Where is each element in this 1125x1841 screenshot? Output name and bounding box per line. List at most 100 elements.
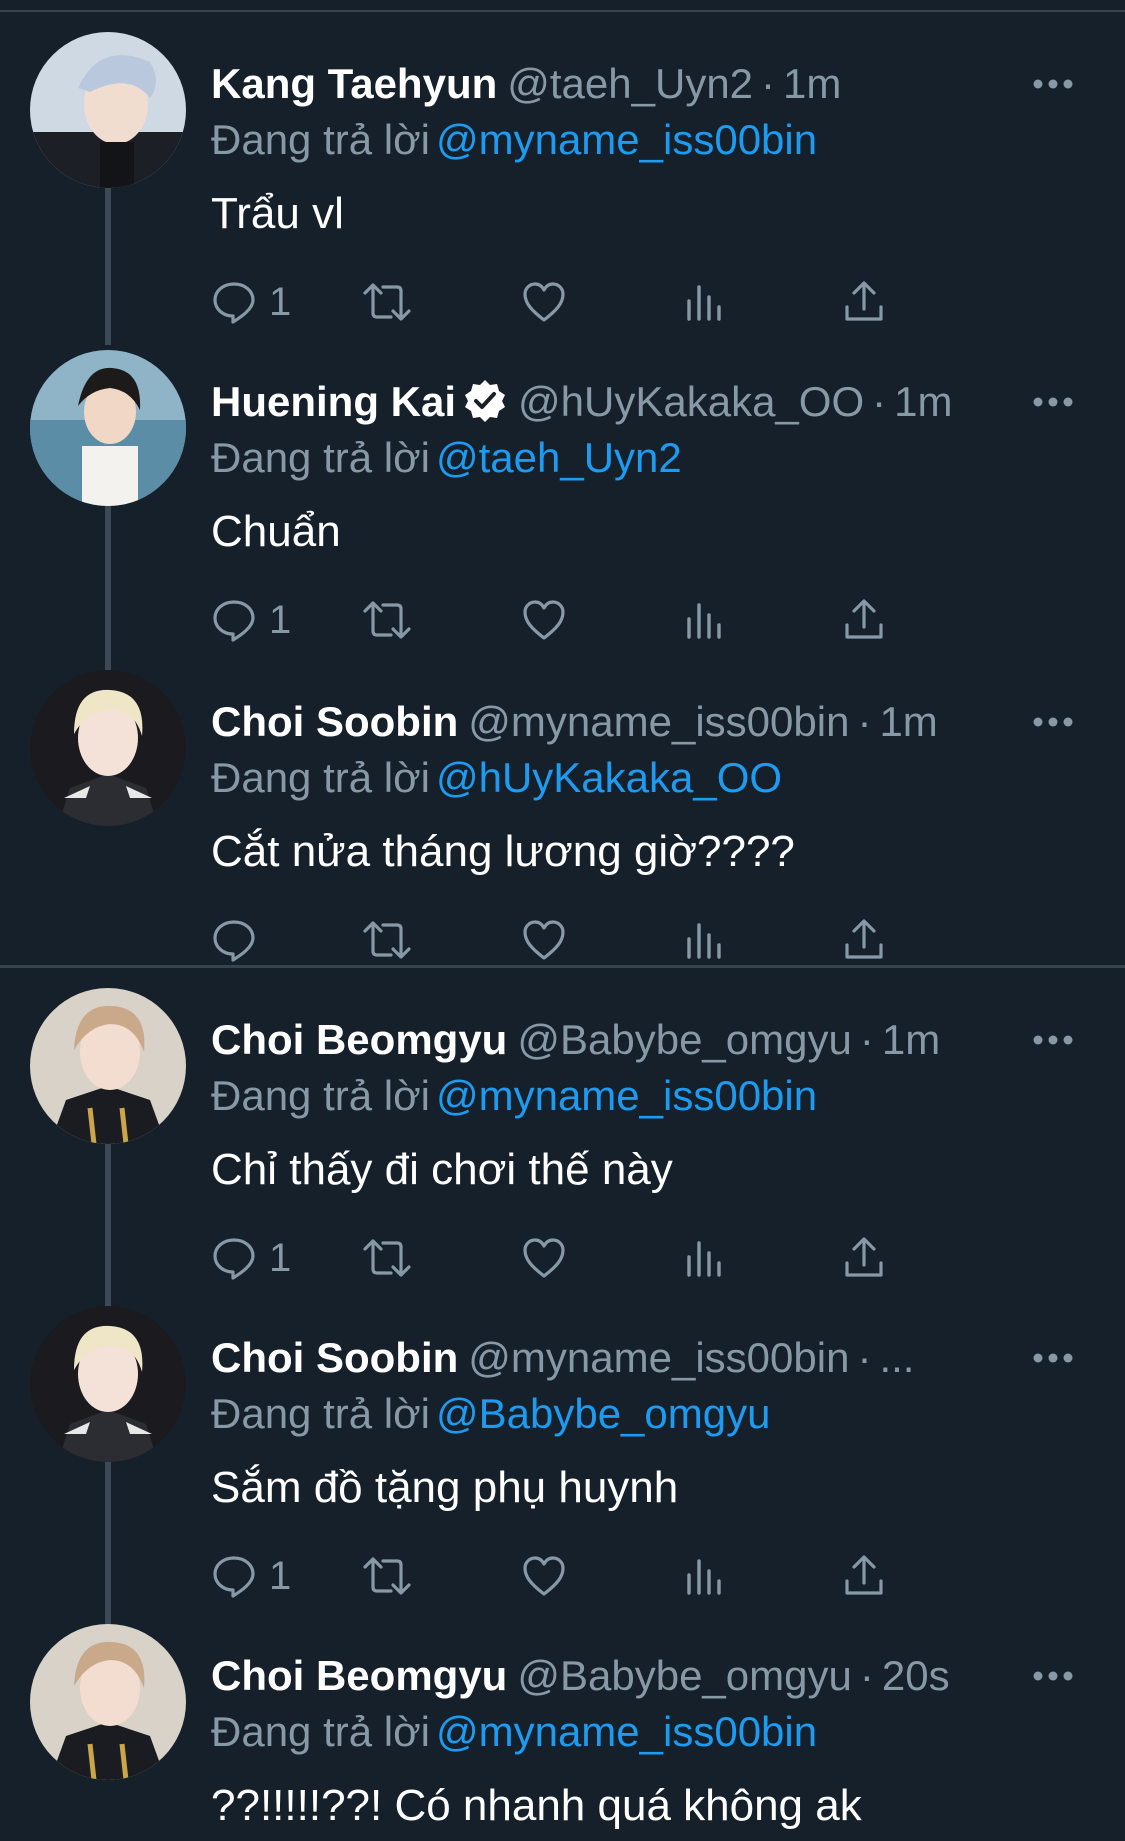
analytics-button[interactable] — [681, 910, 727, 970]
tweet-actions: 1 — [211, 272, 1011, 332]
retweet-icon — [363, 1557, 411, 1595]
tweet[interactable]: Kang Taehyun @taeh_Uyn2 · 1m Đang trả lời @m… — [0, 32, 1125, 352]
avatar-light-brown-hair-icon — [30, 1624, 186, 1780]
replying-to: Đang trả lời @myname_iss00bin — [211, 1704, 817, 1760]
timestamp[interactable]: 1m — [879, 698, 937, 745]
timestamp[interactable]: 1m — [882, 1016, 940, 1063]
share-button[interactable] — [841, 1546, 887, 1606]
like-button[interactable] — [521, 1228, 567, 1288]
handle[interactable]: @taeh_Uyn2 — [507, 60, 753, 107]
avatar[interactable] — [30, 32, 186, 188]
handle[interactable]: @Babybe_omgyu — [517, 1016, 852, 1063]
more-options-icon[interactable] — [1023, 692, 1083, 752]
separator-dot: · — [859, 1652, 874, 1699]
reply-count: 1 — [269, 280, 292, 324]
share-icon — [845, 281, 883, 321]
avatar[interactable] — [30, 1624, 186, 1780]
avatar[interactable] — [30, 988, 186, 1144]
more-options-icon[interactable] — [1023, 54, 1083, 114]
analytics-icon — [687, 285, 721, 321]
tweet-text: ??!!!!!??! Có nhanh quá không ak — [211, 1781, 862, 1830]
handle[interactable]: @myname_iss00bin — [468, 698, 849, 745]
timestamp[interactable]: 20s — [882, 1652, 950, 1699]
more-options-icon[interactable] — [1023, 1328, 1083, 1388]
like-button[interactable] — [521, 272, 567, 332]
mention-link[interactable]: @myname_iss00bin — [436, 1708, 817, 1755]
tweet-header: Choi Beomgyu @Babybe_omgyu · 20s — [211, 1646, 1041, 1706]
avatar-light-brown-hair-icon — [30, 988, 186, 1144]
like-button[interactable] — [521, 590, 567, 650]
reply-button[interactable] — [211, 910, 269, 970]
timestamp[interactable]: ... — [879, 1334, 914, 1381]
more-options-icon[interactable] — [1023, 1646, 1083, 1706]
retweet-button[interactable] — [361, 1546, 413, 1606]
share-button[interactable] — [841, 590, 887, 650]
reply-button[interactable]: 1 — [211, 1546, 291, 1606]
analytics-button[interactable] — [681, 1228, 727, 1288]
replying-to-label: Đang trả lời — [211, 1708, 430, 1755]
separator-dot: · — [859, 1016, 874, 1063]
like-icon — [523, 1238, 565, 1278]
tweet-header: Choi Soobin @myname_iss00bin ·... — [211, 1328, 1041, 1388]
more-options-icon[interactable] — [1023, 372, 1083, 432]
retweet-button[interactable] — [361, 910, 413, 970]
share-button[interactable] — [841, 910, 887, 970]
mention-link[interactable]: @hUyKakaka_OO — [436, 754, 782, 801]
reply-button[interactable]: 1 — [211, 590, 291, 650]
like-button[interactable] — [521, 1546, 567, 1606]
analytics-icon — [687, 603, 721, 639]
reply-button[interactable]: 1 — [211, 272, 291, 332]
mention-link[interactable]: @myname_iss00bin — [436, 116, 817, 163]
separator-dot: · — [857, 1334, 872, 1381]
replying-to-label: Đang trả lời — [211, 1390, 430, 1437]
replying-to: Đang trả lời @Babybe_omgyu — [211, 1386, 770, 1442]
share-icon — [845, 919, 883, 959]
mention-link[interactable]: @Babybe_omgyu — [436, 1390, 771, 1437]
display-name[interactable]: Huening Kai — [211, 378, 456, 425]
replying-to: Đang trả lời @myname_iss00bin — [211, 112, 817, 168]
retweet-button[interactable] — [361, 1228, 413, 1288]
display-name[interactable]: Choi Beomgyu — [211, 1652, 507, 1699]
reply-button[interactable]: 1 — [211, 1228, 291, 1288]
avatar[interactable] — [30, 670, 186, 826]
share-button[interactable] — [841, 272, 887, 332]
share-button[interactable] — [841, 1228, 887, 1288]
reply-icon — [213, 1556, 255, 1598]
analytics-icon — [687, 1241, 721, 1277]
timestamp[interactable]: 1m — [783, 60, 841, 107]
timestamp[interactable]: 1m — [894, 378, 952, 425]
handle[interactable]: @myname_iss00bin — [468, 1334, 849, 1381]
display-name[interactable]: Choi Soobin — [211, 1334, 458, 1381]
tweet-actions — [211, 910, 1011, 970]
mention-link[interactable]: @taeh_Uyn2 — [436, 434, 682, 481]
reply-count: 1 — [269, 598, 292, 642]
display-name[interactable]: Choi Soobin — [211, 698, 458, 745]
share-icon — [845, 1237, 883, 1277]
replying-to-label: Đang trả lời — [211, 754, 430, 801]
avatar[interactable] — [30, 350, 186, 506]
handle[interactable]: @Babybe_omgyu — [517, 1652, 852, 1699]
analytics-button[interactable] — [681, 1546, 727, 1606]
reply-count: 1 — [269, 1554, 292, 1598]
like-icon — [523, 1556, 565, 1596]
tweet[interactable]: Choi Soobin @myname_iss00bin ·... Đang trả… — [0, 1306, 1125, 1626]
display-name[interactable]: Choi Beomgyu — [211, 1016, 507, 1063]
more-options-icon[interactable] — [1023, 1010, 1083, 1070]
tweet[interactable]: Choi Beomgyu @Babybe_omgyu · 1m Đang trả lờ… — [0, 988, 1125, 1308]
tweet[interactable]: Choi Soobin @myname_iss00bin · 1m Đang trả … — [0, 670, 1125, 990]
tweet-text: Chỉ thấy đi chơi thế này — [211, 1145, 673, 1194]
analytics-button[interactable] — [681, 590, 727, 650]
like-icon — [523, 600, 565, 640]
tweet[interactable]: Huening Kai @hUyKakaka_OO · 1m Đang trả lời… — [0, 350, 1125, 670]
reply-icon — [213, 920, 255, 962]
retweet-button[interactable] — [361, 272, 413, 332]
avatar[interactable] — [30, 1306, 186, 1462]
display-name[interactable]: Kang Taehyun — [211, 60, 497, 107]
tweet[interactable]: Choi Beomgyu @Babybe_omgyu · 20s Đang trả l… — [0, 1624, 1125, 1841]
analytics-button[interactable] — [681, 272, 727, 332]
like-button[interactable] — [521, 910, 567, 970]
handle[interactable]: @hUyKakaka_OO — [518, 378, 864, 425]
retweet-icon — [363, 921, 411, 959]
mention-link[interactable]: @myname_iss00bin — [436, 1072, 817, 1119]
retweet-button[interactable] — [361, 590, 413, 650]
